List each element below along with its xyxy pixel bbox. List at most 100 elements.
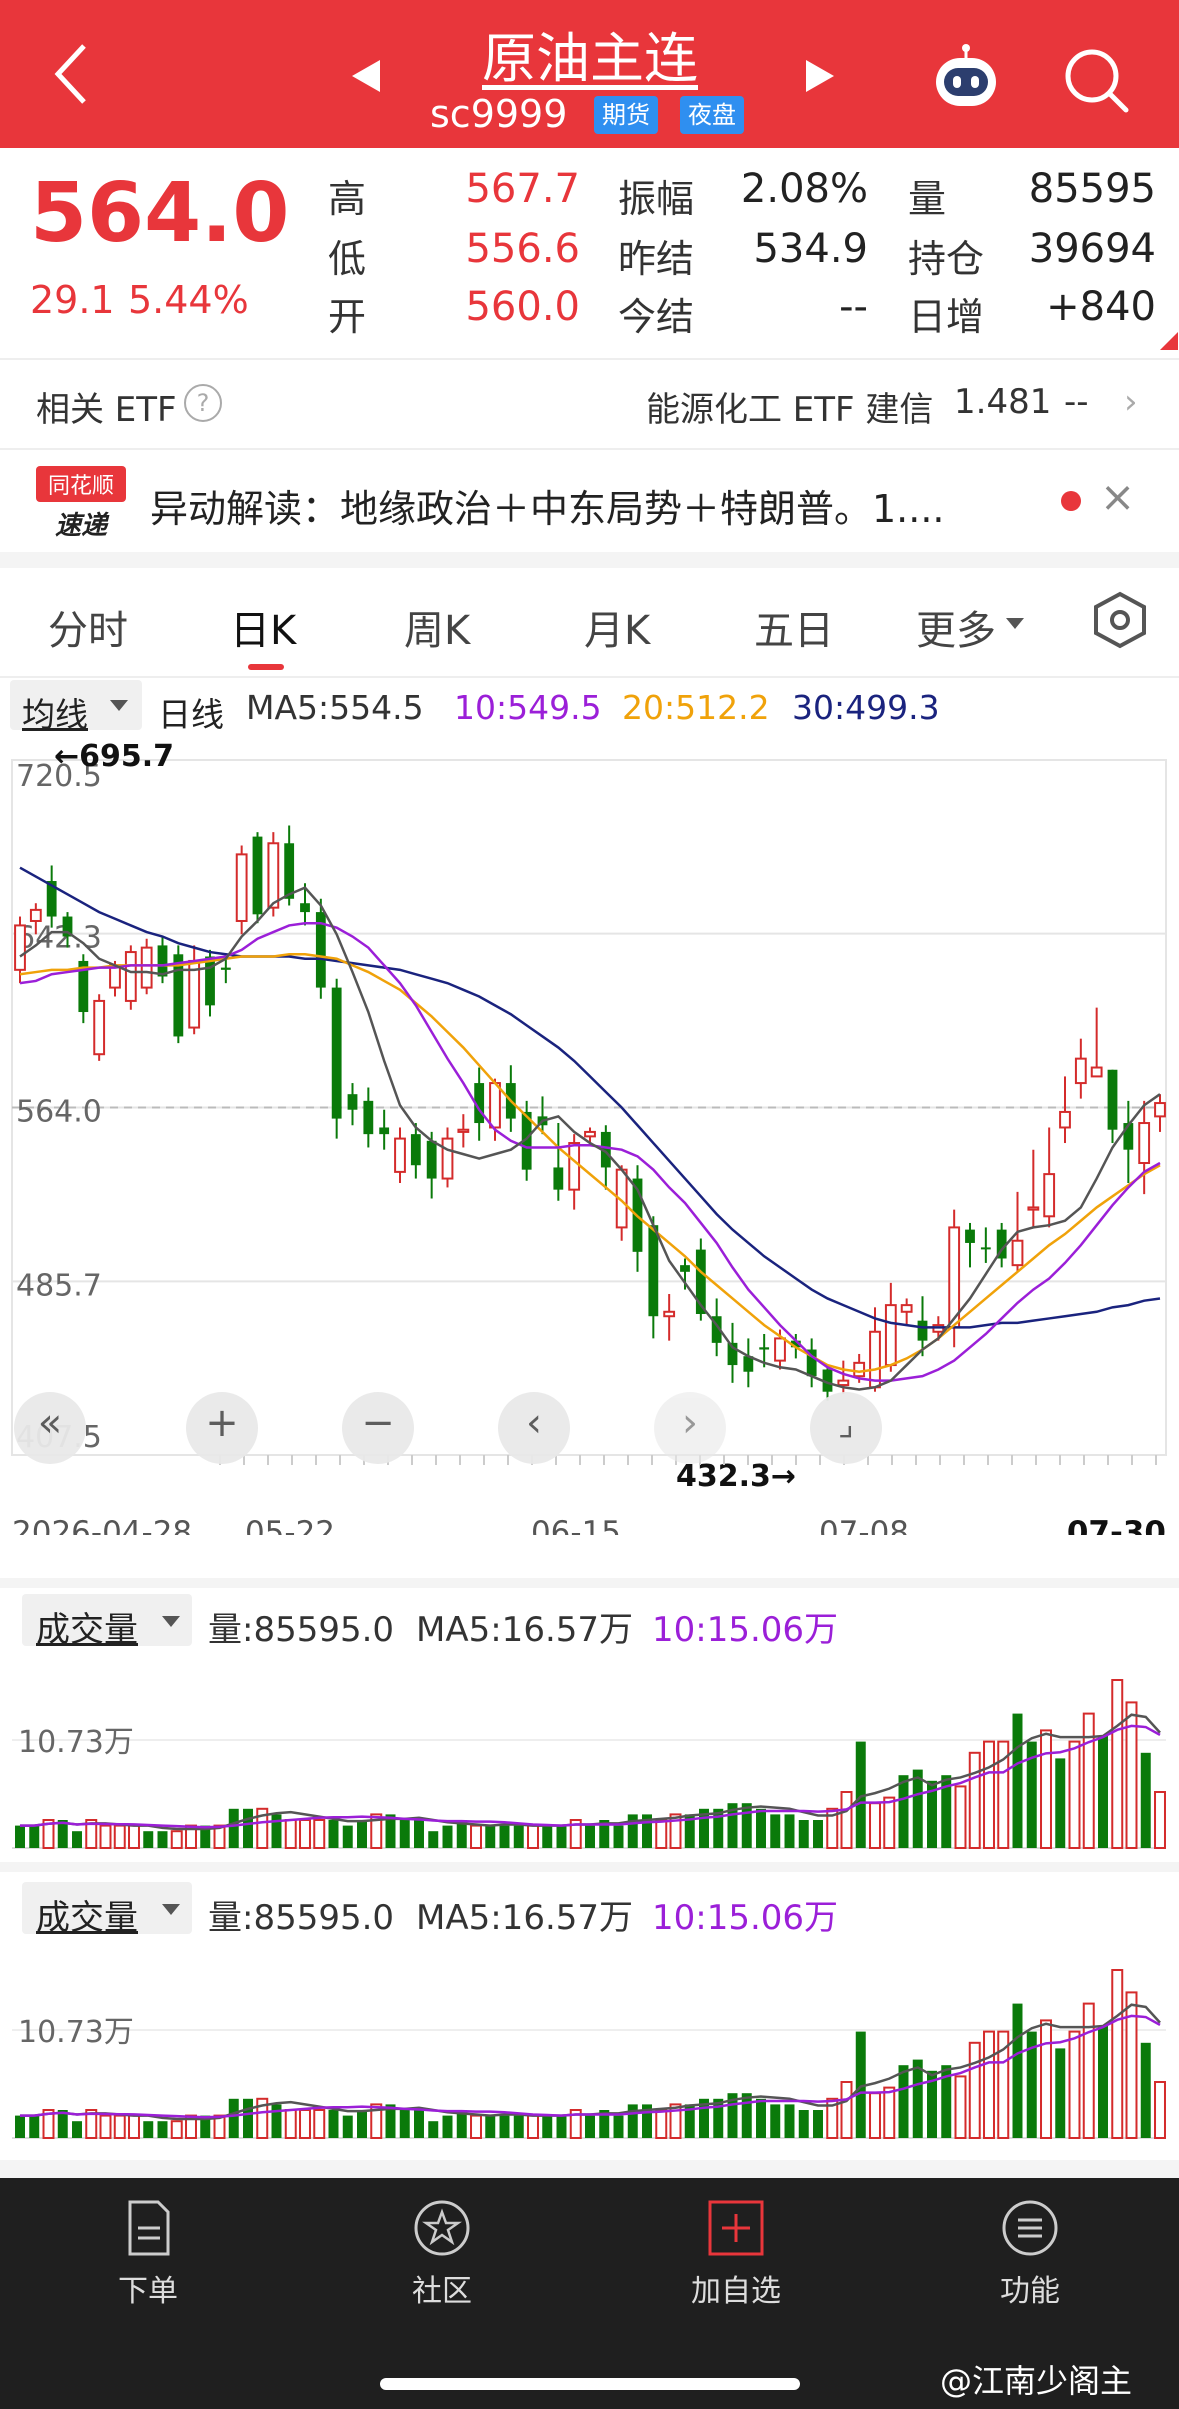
scroll-left-button[interactable]: ‹ xyxy=(498,1392,570,1464)
volume-legend-bar: 成交量 量:85595.0 MA5:16.57万 10:15.06万 xyxy=(0,1878,1179,1938)
related-etf-row[interactable]: 相关 ETF ? 能源化工 ETF 建信 1.481 -- › xyxy=(0,360,1179,448)
volume-bar-up xyxy=(869,1802,881,1849)
volume-bar-up xyxy=(128,2114,140,2140)
volume-bar-up xyxy=(1111,1679,1124,1849)
volume-bar-down xyxy=(414,2110,424,2138)
volume-bar-up xyxy=(99,2114,112,2140)
volume-bar-down xyxy=(15,1825,25,1848)
next-contract-icon[interactable] xyxy=(800,56,840,96)
volume-bar-down xyxy=(898,1775,909,1848)
volume-bar-down xyxy=(798,1820,809,1848)
fullscreen-button[interactable]: ⌟ xyxy=(810,1392,882,1464)
nav-label: 下单 xyxy=(118,2274,178,2309)
prev-contract-icon[interactable] xyxy=(346,56,386,96)
candle-body-up xyxy=(235,853,248,922)
volume-bar-down xyxy=(542,2115,553,2138)
search-icon[interactable] xyxy=(1058,42,1134,118)
candlestick-chart[interactable]: 720.5642.3564.0485.7407.5←695.7432.3→202… xyxy=(0,735,1179,1535)
nav-add-watchlist[interactable]: 加自选 xyxy=(646,2198,826,2310)
volume-bar-down xyxy=(271,2104,282,2138)
volume-bar-down xyxy=(342,2115,353,2138)
page-title[interactable]: 原油主连 xyxy=(440,14,740,93)
robot-assistant-icon[interactable] xyxy=(928,40,1004,116)
volume-indicator-button[interactable]: 成交量 xyxy=(22,1882,192,1938)
volume-bar-up xyxy=(983,1740,995,1849)
ma5-value: MA5:554.5 xyxy=(246,688,424,727)
candle-body-down xyxy=(426,1140,437,1179)
help-icon[interactable]: ? xyxy=(184,384,222,422)
volume-bar-up xyxy=(1040,2019,1052,2139)
candle-body-up xyxy=(1043,1173,1056,1218)
quote-label: 日增 xyxy=(908,295,985,339)
tab-intraday[interactable]: 分时 xyxy=(48,598,128,656)
scroll-right-button[interactable]: › xyxy=(654,1392,726,1464)
nav-community[interactable]: 社区 xyxy=(352,2198,532,2310)
candle-body-down xyxy=(965,1229,975,1243)
contract-code: sc9999 xyxy=(430,92,568,136)
home-indicator xyxy=(380,2378,800,2390)
price-change-pct: 5.44% xyxy=(128,278,249,322)
volume-bar-down xyxy=(1140,1752,1151,1848)
quote-label: 低 xyxy=(328,237,367,281)
volume-bar-down xyxy=(328,1820,339,1848)
nav-label: 社区 xyxy=(412,2274,472,2309)
dropdown-caret-icon xyxy=(110,700,128,711)
volume-bar-up xyxy=(954,1785,967,1849)
volume-bar-down xyxy=(627,2104,638,2138)
quote-label: 振幅 xyxy=(618,177,695,221)
nav-order[interactable]: 下单 xyxy=(58,2198,238,2310)
volume-bar-up xyxy=(113,2114,126,2140)
candle-body-down xyxy=(363,1100,374,1135)
close-icon[interactable]: × xyxy=(1100,472,1135,521)
rewind-button[interactable]: « xyxy=(14,1392,86,1464)
volume-ma10: 10:15.06万 xyxy=(652,1610,839,1650)
volume-bar-down xyxy=(613,2115,624,2138)
x-tick-label: 05-22 xyxy=(245,1515,335,1535)
volume-legend-bar: 成交量 量:85595.0 MA5:16.57万 10:15.06万 xyxy=(0,1590,1179,1650)
volume-bar-down xyxy=(556,2115,567,2138)
candle-body-up xyxy=(29,908,42,922)
volume-bar-down xyxy=(898,2065,909,2138)
tab-monthly-k[interactable]: 月K xyxy=(584,598,650,656)
candle-body-up xyxy=(14,924,26,971)
quote-label: 量 xyxy=(908,177,947,221)
tab-weekly-k[interactable]: 周K xyxy=(404,598,470,656)
back-arrow-icon[interactable] xyxy=(44,34,104,114)
candle-body-down xyxy=(980,1247,991,1250)
volume-bar-up xyxy=(527,1824,539,1850)
volume-indicator-button[interactable]: 成交量 xyxy=(22,1594,192,1650)
volume-bar-down xyxy=(513,1825,524,1848)
chevron-right-icon: › xyxy=(682,1400,698,1446)
divider xyxy=(0,448,1179,450)
news-headline[interactable]: 异动解读：地缘政治＋中东局势＋特朗普。1.... xyxy=(150,478,1010,533)
settings-hexagon-icon[interactable] xyxy=(1092,590,1148,650)
nav-functions[interactable]: 功能 xyxy=(940,2198,1120,2310)
volume-bar-down xyxy=(1055,2048,1066,2138)
volume-bar-down xyxy=(613,1825,624,1848)
volume-bar-up xyxy=(113,1824,126,1850)
ma-selector-button[interactable]: 均线 xyxy=(10,680,142,734)
quote-label: 开 xyxy=(328,295,367,339)
volume-bar-down xyxy=(157,2121,168,2138)
volume-bar-down xyxy=(813,2110,823,2138)
volume-bar-up xyxy=(1111,1969,1124,2139)
volume-bar-down xyxy=(485,1825,496,1848)
candle-body-up xyxy=(93,999,106,1056)
volume-chart[interactable]: 10.73万 xyxy=(0,1940,1179,2150)
volume-bar-down xyxy=(442,2115,453,2138)
tab-more[interactable]: 更多 xyxy=(916,598,996,656)
volume-bar-up xyxy=(968,2041,981,2139)
zoom-in-button[interactable]: + xyxy=(186,1392,258,1464)
volume-bar-down xyxy=(756,2098,766,2138)
expand-icon: ⌟ xyxy=(838,1404,854,1444)
volume-bar-down xyxy=(72,1831,82,1848)
volume-chart[interactable]: 10.73万 xyxy=(0,1650,1179,1860)
volume-bar-down xyxy=(72,2121,82,2138)
low-price-label: 432.3→ xyxy=(676,1459,796,1494)
candle-body-down xyxy=(680,1265,690,1272)
tab-daily-k[interactable]: 日K xyxy=(230,598,296,656)
tab-five-day[interactable]: 五日 xyxy=(754,598,834,656)
candle-body-up xyxy=(837,1379,850,1387)
news-ticker[interactable]: 同花顺 速递 异动解读：地缘政治＋中东局势＋特朗普。1.... × xyxy=(0,452,1179,552)
zoom-out-button[interactable]: − xyxy=(342,1392,414,1464)
